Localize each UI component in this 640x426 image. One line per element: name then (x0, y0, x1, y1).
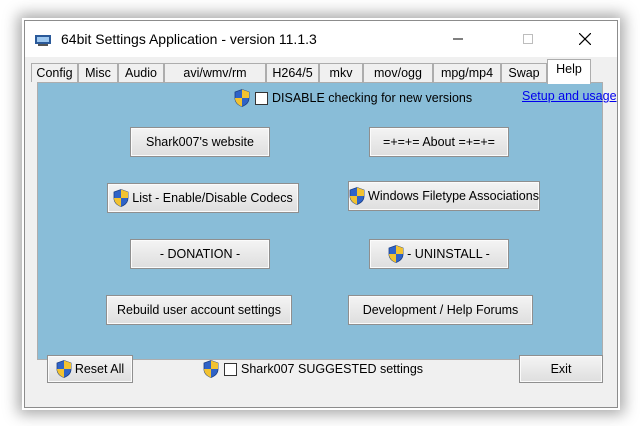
uninstall-button-label: - UNINSTALL - (407, 247, 490, 261)
tab-mkv[interactable]: mkv (319, 63, 363, 82)
suggested-settings-label: Shark007 SUGGESTED settings (241, 362, 424, 376)
window-title: 64bit Settings Application - version 11.… (61, 31, 317, 47)
filetypes-button-label: Windows Filetype Associations (368, 189, 539, 203)
close-button[interactable] (562, 21, 608, 57)
reset-all-label: Reset All (74, 362, 125, 376)
uac-shield-icon (203, 360, 219, 378)
uninstall-button[interactable]: - UNINSTALL - (369, 239, 509, 269)
uac-shield-icon (349, 187, 365, 205)
maximize-icon (523, 34, 533, 44)
tab-config[interactable]: Config (31, 63, 78, 82)
tab-avi-wmv-rm[interactable]: avi/wmv/rm (164, 63, 266, 82)
tab-mov-ogg[interactable]: mov/ogg (363, 63, 433, 82)
uac-shield-icon (234, 89, 250, 107)
rebuild-settings-button[interactable]: Rebuild user account settings (106, 295, 292, 325)
uac-shield-icon (388, 245, 404, 263)
disable-check-checkbox[interactable] (255, 91, 268, 105)
uac-shield-icon (56, 360, 72, 378)
maximize-button[interactable] (505, 21, 551, 57)
exit-button[interactable]: Exit (519, 355, 603, 383)
tab-misc[interactable]: Misc (78, 63, 118, 82)
website-button[interactable]: Shark007's website (130, 127, 270, 157)
uac-shield-icon (113, 189, 129, 207)
tab-audio[interactable]: Audio (118, 63, 164, 82)
about-button[interactable]: =+=+= About =+=+= (369, 127, 509, 157)
app-icon (35, 33, 51, 46)
tab-h264[interactable]: H264/5 (266, 63, 319, 82)
donation-button[interactable]: - DONATION - (130, 239, 270, 269)
disable-check-label: DISABLE checking for new versions (272, 91, 473, 105)
tab-mpg-mp4[interactable]: mpg/mp4 (433, 63, 501, 82)
minimize-icon (453, 38, 463, 40)
help-forums-button[interactable]: Development / Help Forums (348, 295, 533, 325)
tab-strip: Config Misc Audio avi/wmv/rm H264/5 mkv … (31, 59, 611, 84)
close-icon (579, 33, 591, 45)
setup-usage-link[interactable]: Setup and usage (522, 89, 617, 103)
minimize-button[interactable] (435, 21, 481, 57)
title-bar[interactable]: 64bit Settings Application - version 11.… (25, 21, 617, 57)
reset-all-button[interactable]: Reset All (47, 355, 133, 383)
tab-swap[interactable]: Swap (501, 63, 547, 82)
disable-check-row[interactable]: DISABLE checking for new versions (234, 89, 472, 107)
suggested-settings-checkbox[interactable] (224, 362, 237, 376)
app-window: 64bit Settings Application - version 11.… (24, 20, 618, 408)
filetypes-button[interactable]: Windows Filetype Associations (348, 181, 540, 211)
tab-help[interactable]: Help (547, 59, 591, 84)
suggested-settings-row[interactable]: Shark007 SUGGESTED settings (203, 360, 423, 378)
codecs-button[interactable]: List - Enable/Disable Codecs (107, 183, 299, 213)
help-panel: DISABLE checking for new versions Setup … (37, 82, 617, 360)
codecs-button-label: List - Enable/Disable Codecs (132, 191, 293, 205)
